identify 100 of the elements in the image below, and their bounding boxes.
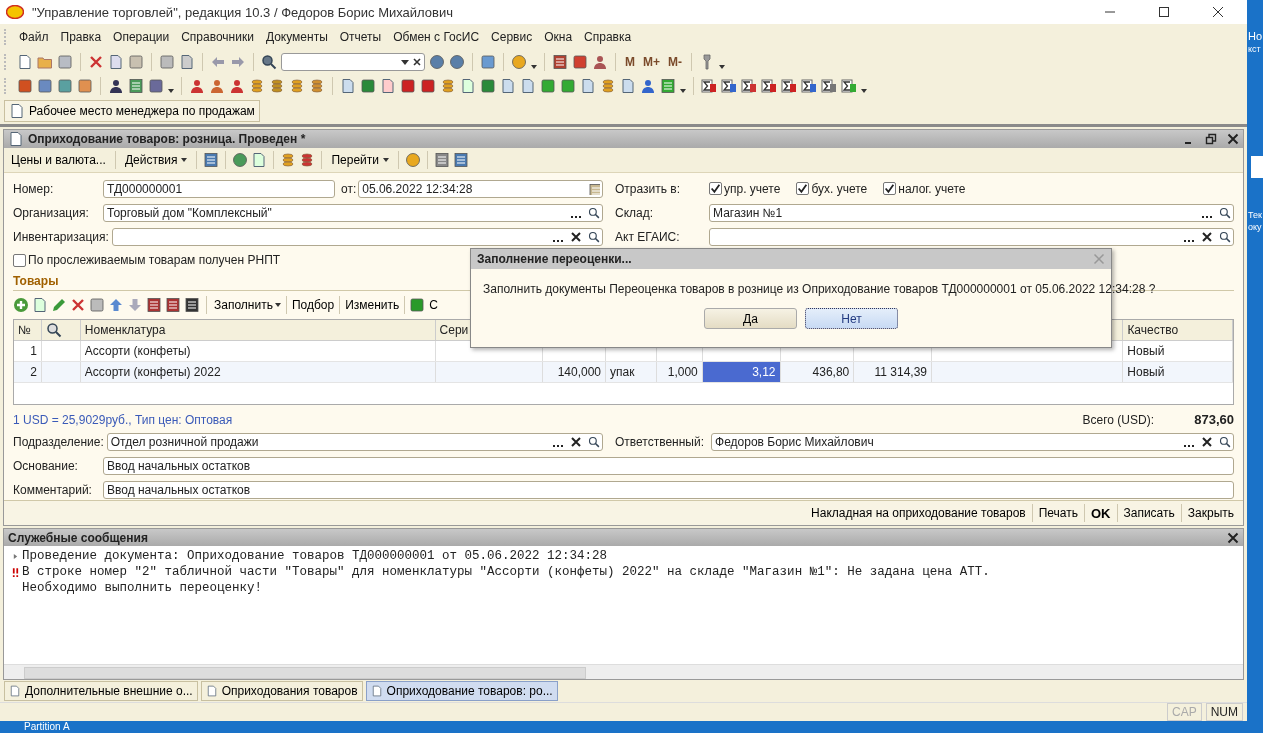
person-icon[interactable] bbox=[229, 78, 245, 94]
date-field[interactable]: 05.06.2022 12:34:28 bbox=[358, 179, 603, 198]
menu-item[interactable]: Операции bbox=[107, 30, 176, 44]
document-icon[interactable] bbox=[520, 78, 536, 94]
document-icon[interactable] bbox=[500, 78, 516, 94]
person-icon[interactable] bbox=[209, 78, 225, 94]
preview-icon[interactable] bbox=[179, 54, 195, 70]
sigma-icon[interactable] bbox=[781, 78, 797, 94]
close-icon[interactable] bbox=[1227, 133, 1239, 145]
toolbar-button[interactable]: Цены и валюта... bbox=[8, 153, 109, 167]
menu-item[interactable]: Файл bbox=[13, 30, 55, 44]
menu-item[interactable]: Сервис bbox=[485, 30, 539, 44]
sigma-icon[interactable] bbox=[741, 78, 757, 94]
caret-icon[interactable] bbox=[168, 89, 174, 93]
document-icon[interactable] bbox=[460, 78, 476, 94]
document-icon[interactable] bbox=[380, 78, 396, 94]
memory-button[interactable]: M- bbox=[666, 55, 684, 69]
footer-button[interactable]: Печать bbox=[1035, 506, 1081, 520]
menu-item[interactable]: Документы bbox=[259, 30, 334, 44]
caret-icon[interactable] bbox=[861, 89, 867, 93]
sigma-icon[interactable] bbox=[821, 78, 837, 94]
caret-icon[interactable] bbox=[680, 89, 686, 93]
window-tab[interactable]: Оприходования товаров bbox=[200, 681, 363, 701]
clear-icon[interactable] bbox=[1199, 436, 1215, 449]
inventory-field[interactable] bbox=[111, 227, 603, 246]
toolbar-button[interactable]: Изменить bbox=[344, 298, 401, 313]
window-tab[interactable]: Дополнительные внешние о... bbox=[4, 681, 198, 701]
toolbar-button[interactable]: Действия bbox=[121, 153, 191, 167]
sigma-icon[interactable] bbox=[761, 78, 777, 94]
toolbar-button[interactable]: С bbox=[428, 298, 439, 313]
footer-button[interactable]: Записать bbox=[1120, 506, 1178, 520]
copy-icon[interactable] bbox=[32, 297, 48, 314]
organization-field[interactable]: Торговый дом "Комплексный" bbox=[103, 203, 603, 222]
footer-button[interactable]: Накладная на оприходование товаров bbox=[808, 506, 1029, 520]
responsible-field[interactable]: Федоров Борис Михайлович bbox=[711, 433, 1234, 452]
close-icon[interactable] bbox=[1212, 6, 1224, 18]
memory-button[interactable]: M+ bbox=[641, 55, 662, 69]
document-icon[interactable] bbox=[17, 54, 33, 70]
document-icon[interactable] bbox=[620, 78, 636, 94]
checkbox[interactable] bbox=[13, 253, 26, 267]
search-field[interactable] bbox=[281, 53, 425, 71]
column-header[interactable]: Сери bbox=[439, 323, 469, 338]
menu-item[interactable]: Обмен с ГосИС bbox=[387, 30, 486, 44]
document-title: Оприходование товаров: розница. Проведен * bbox=[28, 132, 306, 146]
sigma-icon[interactable] bbox=[841, 78, 857, 94]
checkbox[interactable] bbox=[709, 182, 722, 196]
clear-icon[interactable] bbox=[1199, 230, 1215, 243]
maximize-icon[interactable] bbox=[1158, 6, 1170, 18]
document-icon[interactable] bbox=[580, 78, 596, 94]
document-icon[interactable] bbox=[340, 78, 356, 94]
column-header[interactable]: Номенклатура bbox=[84, 323, 166, 338]
up-arrow-icon[interactable] bbox=[108, 297, 124, 314]
restore-icon[interactable] bbox=[1205, 133, 1217, 145]
footer-button[interactable]: Закрыть bbox=[1184, 506, 1237, 520]
caret-icon[interactable] bbox=[531, 65, 537, 69]
menu-item[interactable]: Правка bbox=[54, 30, 108, 44]
exchange-rate-link[interactable]: 1 USD = 25,9029руб., Тип цен: Оптовая bbox=[13, 412, 233, 427]
warehouse-field[interactable]: Магазин №1 bbox=[709, 203, 1234, 222]
menu-item[interactable]: Справочники bbox=[175, 30, 260, 44]
desktop-label: Тек bbox=[1247, 210, 1262, 220]
pencil-icon[interactable] bbox=[51, 297, 67, 314]
menu-item[interactable]: Отчеты bbox=[333, 30, 388, 44]
sigma-icon[interactable] bbox=[801, 78, 817, 94]
egais-act-field[interactable] bbox=[709, 227, 1234, 246]
sigma-icon[interactable] bbox=[721, 78, 737, 94]
horizontal-scrollbar[interactable] bbox=[4, 664, 1243, 679]
basis-field[interactable]: Ввод начальных остатков bbox=[103, 457, 1234, 476]
add-icon[interactable] bbox=[13, 297, 29, 314]
column-header[interactable]: Качество bbox=[1127, 323, 1179, 338]
window-tab[interactable]: Оприходование товаров: ро... bbox=[365, 681, 558, 701]
column-header[interactable]: № bbox=[18, 323, 31, 338]
dialog-button[interactable]: Да bbox=[704, 308, 797, 329]
document-icon[interactable] bbox=[251, 152, 268, 168]
clear-icon[interactable] bbox=[412, 57, 422, 67]
menu-item[interactable]: Окна bbox=[538, 30, 579, 44]
sigma-icon[interactable] bbox=[701, 78, 717, 94]
menu-item[interactable]: Справка bbox=[578, 30, 638, 44]
comment-field[interactable]: Ввод начальных остатков bbox=[103, 481, 1234, 500]
close-icon[interactable] bbox=[1227, 531, 1239, 544]
memory-button[interactable]: M bbox=[623, 55, 637, 69]
clear-icon[interactable] bbox=[568, 436, 584, 449]
toolbar-button[interactable]: Подбор bbox=[290, 298, 336, 313]
dialog-button[interactable]: Нет bbox=[805, 308, 898, 329]
checkbox[interactable] bbox=[796, 182, 810, 196]
dialog-title: Заполнение переоценки... bbox=[477, 252, 632, 266]
number-field[interactable]: ТД000000001 bbox=[103, 179, 335, 198]
checkbox[interactable] bbox=[883, 182, 897, 196]
toolbar-button[interactable]: Заполнить bbox=[213, 298, 282, 313]
copy-icon[interactable] bbox=[108, 54, 124, 70]
toolbar-button[interactable]: Перейти bbox=[328, 153, 392, 167]
caret-icon[interactable] bbox=[719, 65, 725, 69]
footer-button[interactable]: OK bbox=[1088, 505, 1114, 521]
clear-icon[interactable] bbox=[568, 230, 584, 243]
panel-tab[interactable]: Рабочее место менеджера по продажам bbox=[4, 100, 260, 122]
dropdown-icon[interactable] bbox=[400, 57, 410, 67]
department-field[interactable]: Отдел розничной продажи bbox=[106, 433, 603, 452]
person-icon[interactable] bbox=[640, 78, 656, 94]
person-icon[interactable] bbox=[189, 78, 205, 94]
person-icon[interactable] bbox=[592, 54, 608, 70]
people-icon[interactable] bbox=[108, 78, 124, 94]
